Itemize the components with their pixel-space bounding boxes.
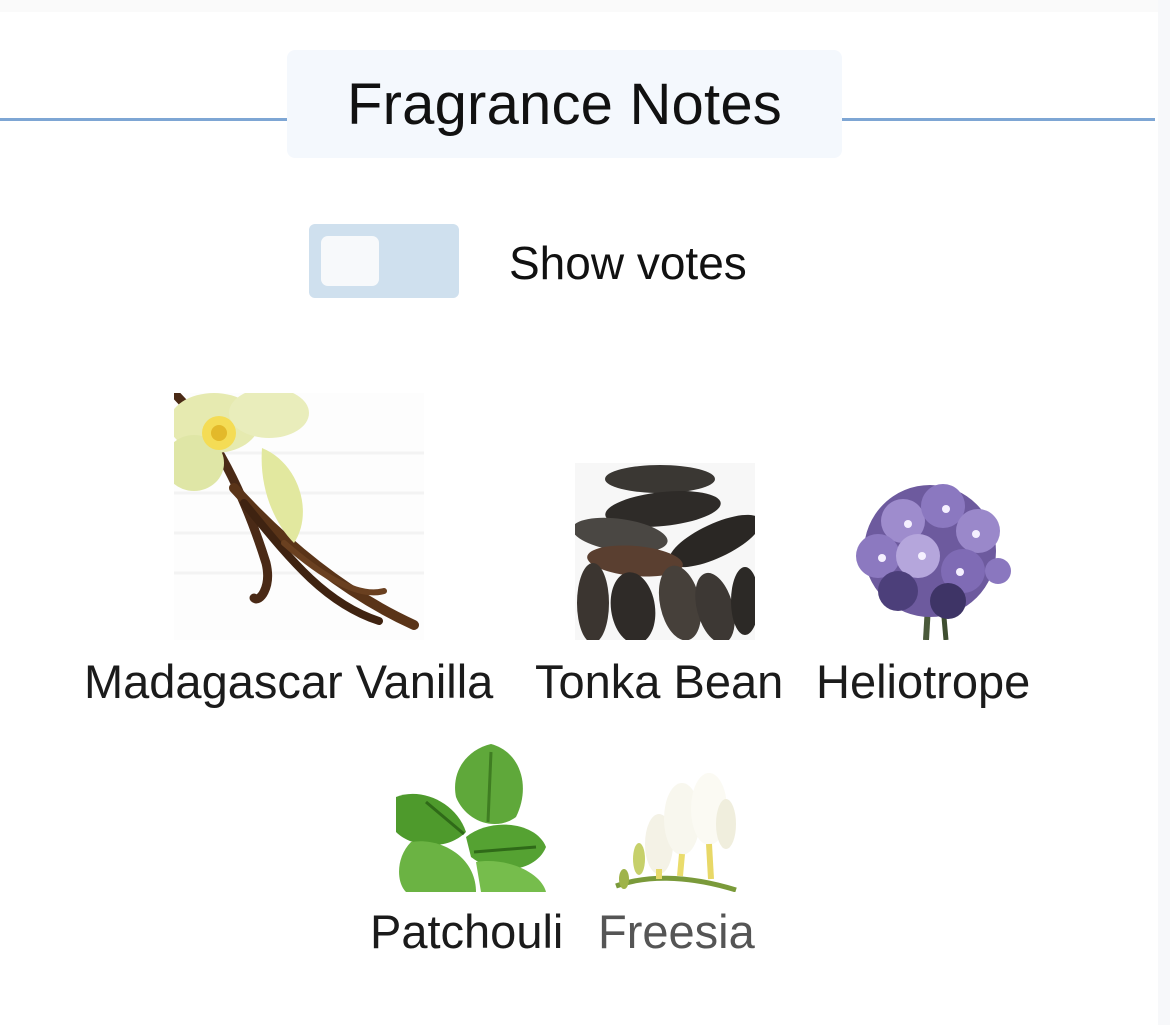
vanilla-image xyxy=(174,393,424,640)
tonka-bean-image xyxy=(575,463,755,640)
section-title-box: Fragrance Notes xyxy=(287,50,842,158)
heliotrope-image xyxy=(848,476,1012,640)
show-votes-toggle[interactable] xyxy=(309,224,459,298)
note-label: Heliotrope xyxy=(816,655,1031,708)
section-title: Fragrance Notes xyxy=(347,71,782,137)
freesia-image xyxy=(614,764,738,892)
fragrance-notes-page: Fragrance Notes Show votes Madagascar Va… xyxy=(0,0,1158,1025)
note-label: Freesia xyxy=(598,905,755,958)
toggle-knob[interactable] xyxy=(321,236,379,286)
note-label: Tonka Bean xyxy=(535,655,784,708)
show-votes-label: Show votes xyxy=(509,237,747,289)
section-divider-right xyxy=(842,118,1155,121)
note-label: Patchouli xyxy=(370,905,564,958)
patchouli-image xyxy=(396,742,548,892)
top-strip xyxy=(0,0,1158,12)
section-divider-left xyxy=(0,118,287,121)
note-label: Madagascar Vanilla xyxy=(84,655,494,708)
